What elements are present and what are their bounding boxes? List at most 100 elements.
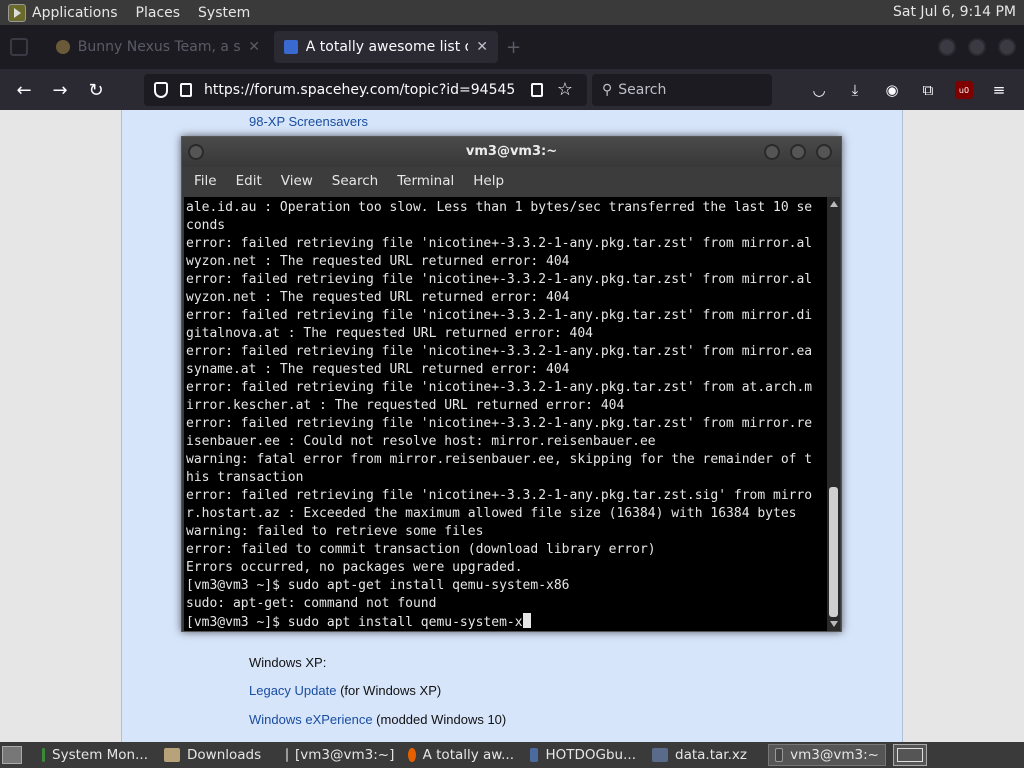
terminal-line: error: failed to commit transaction (dow…	[186, 542, 656, 557]
terminal-icon	[286, 748, 288, 762]
task-firefox[interactable]: A totally aw...	[402, 744, 520, 766]
tab-close-icon[interactable]: ✕	[476, 39, 488, 55]
menu-places[interactable]: Places	[136, 5, 181, 21]
minimize-button[interactable]	[764, 144, 780, 160]
menu-icon[interactable]: ≡	[990, 81, 1008, 99]
minimize-button[interactable]	[938, 38, 956, 56]
terminal-line: warning: failed to retrieve some files	[186, 524, 484, 539]
terminal-line: warning: fatal error from mirror.reisenb…	[186, 452, 813, 467]
list-item: Windows eXPerience (modded Windows 10)	[249, 712, 507, 727]
terminal-line: error: failed retrieving file 'nicotine+…	[186, 344, 813, 359]
menu-search[interactable]: Search	[332, 173, 378, 189]
terminal-line: error: failed retrieving file 'nicotine+…	[186, 380, 813, 395]
workspace-switcher[interactable]	[893, 744, 927, 766]
workspace-1[interactable]	[897, 748, 923, 762]
section-heading: Windows XP:	[249, 655, 327, 670]
tracking-protection-icon[interactable]	[154, 82, 168, 98]
extensions-icon[interactable]: ⧉	[919, 81, 937, 99]
terminal-line: Errors occurred, no packages were upgrad…	[186, 560, 523, 575]
terminal-line: r.hostart.az : Exceeded the maximum allo…	[186, 506, 797, 521]
search-icon: ⚲	[602, 82, 613, 98]
terminal-cursor	[522, 613, 531, 628]
reader-view-icon[interactable]	[531, 83, 543, 97]
terminal-window[interactable]: vm3@vm3:~ File Edit View Search Terminal…	[181, 136, 842, 632]
tab-bunny-nexus[interactable]: Bunny Nexus Team, a sea ✕	[46, 31, 270, 63]
new-tab-button[interactable]: +	[506, 37, 521, 58]
close-window-button[interactable]	[998, 38, 1016, 56]
back-button[interactable]: ←	[11, 77, 37, 103]
terminal-line: [vm3@vm3 ~]$ sudo apt-get install qemu-s…	[186, 578, 570, 593]
terminal-output[interactable]: ale.id.au : Operation too slow. Less tha…	[184, 197, 827, 631]
menu-applications[interactable]: Applications	[32, 5, 118, 21]
account-icon[interactable]: ◉	[883, 81, 901, 99]
link-98-xp-screensavers[interactable]: 98-XP Screensavers	[249, 114, 368, 129]
close-window-button[interactable]	[816, 144, 832, 160]
maximize-button[interactable]	[968, 38, 986, 56]
applications-icon[interactable]	[8, 3, 26, 22]
task-terminal-active[interactable]: vm3@vm3:~	[768, 744, 886, 766]
tab-awesome-list[interactable]: A totally awesome list of "ol ✕	[274, 31, 498, 63]
link-legacy-update[interactable]: Legacy Update	[249, 683, 336, 698]
task-terminal-1[interactable]: [vm3@vm3:~]	[280, 744, 398, 766]
terminal-line: sudo: apt-get: command not found	[186, 596, 437, 611]
terminal-scrollbar[interactable]	[827, 197, 840, 631]
app-icon	[530, 748, 539, 762]
folder-icon	[164, 748, 180, 762]
menu-help[interactable]: Help	[473, 173, 504, 189]
task-hotdogbu[interactable]: HOTDOGbu...	[524, 744, 642, 766]
terminal-prompt-line[interactable]: [vm3@vm3 ~]$ sudo apt install qemu-syste…	[186, 613, 827, 631]
firefox-view-icon[interactable]	[10, 38, 28, 56]
scroll-up-icon[interactable]	[830, 201, 838, 207]
terminal-line: syname.at : The requested URL returned e…	[186, 362, 570, 377]
pocket-icon[interactable]: ◡	[810, 81, 828, 99]
url-bar[interactable]: https://forum.spacehey.com/topic?id=9454…	[144, 74, 587, 106]
terminal-menubar: File Edit View Search Terminal Help	[182, 167, 841, 195]
task-data-tar-xz[interactable]: data.tar.xz	[646, 744, 764, 766]
terminal-line: irror.kescher.at : The requested URL ret…	[186, 398, 625, 413]
scroll-down-icon[interactable]	[830, 621, 838, 627]
maximize-button[interactable]	[790, 144, 806, 160]
top-panel: Applications Places System Sat Jul 6, 9:…	[0, 0, 1024, 25]
navigation-bar: ← → ↻ https://forum.spacehey.com/topic?i…	[0, 69, 1024, 110]
show-desktop-button[interactable]	[2, 746, 22, 764]
tab-close-icon[interactable]: ✕	[248, 39, 260, 55]
bookmark-star-icon[interactable]: ☆	[557, 79, 573, 100]
terminal-line: wyzon.net : The requested URL returned e…	[186, 254, 570, 269]
menu-edit[interactable]: Edit	[236, 173, 262, 189]
terminal-icon	[775, 748, 784, 762]
terminal-line: error: failed retrieving file 'nicotine+…	[186, 416, 813, 431]
terminal-line: error: failed retrieving file 'nicotine+…	[186, 308, 813, 323]
lock-icon[interactable]	[180, 83, 192, 97]
terminal-titlebar[interactable]: vm3@vm3:~	[182, 137, 841, 167]
forward-button[interactable]: →	[47, 77, 73, 103]
task-system-monitor[interactable]: System Mon...	[36, 744, 154, 766]
tab-strip: Bunny Nexus Team, a sea ✕ A totally awes…	[0, 25, 1024, 69]
clock[interactable]: Sat Jul 6, 9:14 PM	[893, 4, 1016, 20]
menu-terminal[interactable]: Terminal	[397, 173, 454, 189]
scrollbar-thumb[interactable]	[829, 487, 838, 617]
terminal-input[interactable]: [vm3@vm3 ~]$ sudo apt install qemu-syste…	[186, 615, 523, 630]
downloads-icon[interactable]: ⤓	[846, 81, 864, 99]
terminal-line: isenbauer.ee : Could not resolve host: m…	[186, 434, 656, 449]
menu-system[interactable]: System	[198, 5, 250, 21]
archive-icon	[652, 748, 668, 762]
search-placeholder: Search	[618, 82, 667, 98]
terminal-line: gitalnova.at : The requested URL returne…	[186, 326, 593, 341]
task-downloads[interactable]: Downloads	[158, 744, 276, 766]
taskbar: System Mon... Downloads [vm3@vm3:~] A to…	[0, 742, 1024, 768]
tab-favicon-icon	[56, 40, 70, 54]
ublock-origin-icon[interactable]: u0	[955, 81, 973, 99]
terminal-line: wyzon.net : The requested URL returned e…	[186, 290, 570, 305]
firefox-icon	[408, 748, 416, 762]
link-windows-experience[interactable]: Windows eXPerience	[249, 712, 373, 727]
search-bar[interactable]: ⚲ Search	[592, 74, 772, 106]
system-monitor-icon	[42, 748, 46, 762]
terminal-title: vm3@vm3:~	[465, 144, 558, 159]
menu-file[interactable]: File	[194, 173, 217, 189]
menu-view[interactable]: View	[281, 173, 313, 189]
reload-button[interactable]: ↻	[83, 77, 109, 103]
window-menu-button[interactable]	[188, 144, 204, 160]
terminal-line: ale.id.au : Operation too slow. Less tha…	[186, 200, 813, 215]
terminal-line: error: failed retrieving file 'nicotine+…	[186, 488, 813, 503]
url-text[interactable]: https://forum.spacehey.com/topic?id=9454…	[204, 82, 515, 98]
